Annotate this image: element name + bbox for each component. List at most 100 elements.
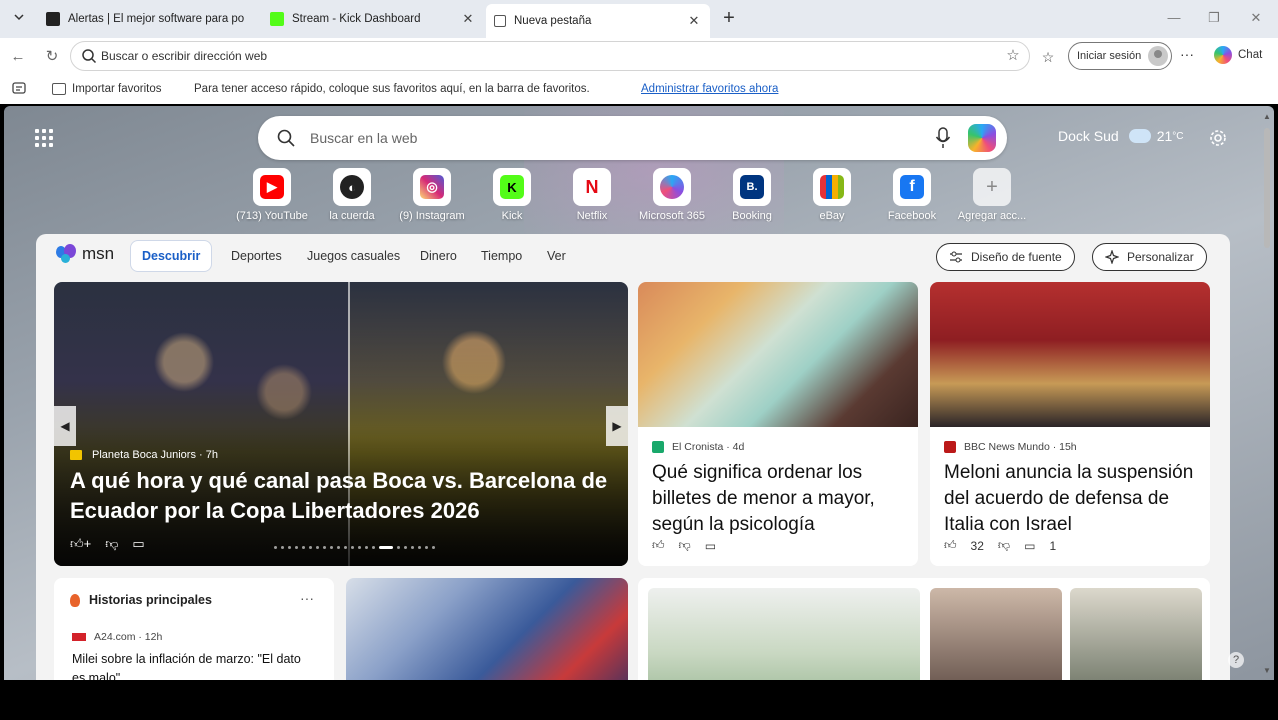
dislike-icon[interactable]: 👎︎ (105, 536, 118, 552)
news-card-image (638, 282, 918, 427)
news-image-tile[interactable] (638, 578, 1210, 680)
tab-ver[interactable]: Ver (547, 240, 566, 272)
tab-title: Nueva pestaña (514, 15, 592, 27)
like-icon[interactable]: 👍︎+ (70, 536, 91, 552)
quick-link-youtube[interactable]: ▶ (713) YouTube (232, 168, 312, 222)
close-icon[interactable]: ✕ (460, 11, 476, 27)
news-card-title[interactable]: Qué significa ordenar los billetes de me… (652, 460, 910, 538)
tab-actions-menu-button[interactable] (8, 8, 30, 30)
help-icon[interactable]: ? (1228, 652, 1244, 668)
hero-carousel[interactable]: ◀ ▶ Planeta Boca Juniors · 7h A qué hora… (54, 282, 628, 566)
address-input[interactable] (101, 47, 981, 65)
quick-link-label: Facebook (887, 210, 937, 222)
search-icon (277, 129, 295, 147)
favorites-icon[interactable]: ☆ (1038, 47, 1058, 67)
import-favorites-button[interactable]: Importar favoritos (52, 83, 161, 95)
quick-link-la-cuerda[interactable]: ◐ la cuerda (312, 168, 392, 222)
news-image-tile[interactable] (346, 578, 628, 680)
dislike-icon[interactable]: 👎︎ (679, 538, 691, 553)
quick-link-facebook[interactable]: f Facebook (872, 168, 952, 222)
avatar (1148, 46, 1168, 66)
weather-widget[interactable]: Dock Sud 21 °C (1058, 128, 1184, 144)
story-title[interactable]: Milei sobre la inflación de marzo: "El d… (72, 650, 312, 680)
close-window-button[interactable]: ✕ (1246, 10, 1266, 26)
flame-icon (70, 593, 80, 607)
quick-link-booking[interactable]: B. Booking (712, 168, 792, 222)
quick-link-microsoft-365[interactable]: Microsoft 365 (632, 168, 712, 222)
scrollbar-thumb[interactable] (1264, 128, 1270, 248)
chat-label: Chat (1238, 49, 1263, 61)
quick-link-instagram[interactable]: ◎ (9) Instagram (392, 168, 472, 222)
minimize-button[interactable]: — (1164, 10, 1184, 25)
tab-nueva-pestana[interactable]: Nueva pestaña ✕ (486, 4, 710, 38)
news-card-source: El Cronista · 4d (652, 441, 744, 453)
quick-link-ebay[interactable]: eBay (792, 168, 872, 222)
copilot-chat-button[interactable]: Chat (1214, 46, 1262, 64)
quick-link-netflix[interactable]: N Netflix (552, 168, 632, 222)
carousel-next-button[interactable]: ▶ (606, 406, 628, 446)
more-options-icon[interactable]: ··· (1180, 46, 1194, 62)
quick-link-label: Kick (501, 210, 523, 222)
instagram-icon: ◎ (420, 175, 444, 199)
comment-icon[interactable]: ▭ (1024, 539, 1035, 553)
sidebar-toggle-icon[interactable] (12, 82, 26, 94)
youtube-icon: ▶ (260, 175, 284, 199)
apps-launcher-icon[interactable] (35, 129, 53, 147)
quick-link-label: eBay (819, 210, 845, 222)
comment-icon[interactable]: ▭ (132, 536, 144, 552)
new-tab-page: Dock Sud 21°C ▶ (713) YouTube ◐ la cuerd… (4, 106, 1274, 680)
tab-alertas[interactable]: Alertas | El mejor software para po (38, 4, 260, 34)
dislike-icon[interactable]: 👎︎ (998, 538, 1010, 553)
msn-logo[interactable]: msn (56, 244, 114, 264)
scroll-down-icon[interactable]: ▼ (1262, 666, 1272, 676)
signin-button[interactable]: Iniciar sesión (1068, 42, 1172, 70)
news-card-title[interactable]: Meloni anuncia la suspensión del acuerdo… (944, 460, 1202, 538)
carousel-prev-button[interactable]: ◀ (54, 406, 76, 446)
page-scrollbar[interactable]: ▲ ▼ (1262, 112, 1272, 678)
top-stories-panel: Historias principales ··· A24.com · 12h … (54, 578, 334, 680)
tab-title: Stream - Kick Dashboard (292, 13, 421, 25)
add-shortcut-button[interactable]: + Agregar acc... (952, 168, 1032, 222)
web-search-input[interactable] (310, 128, 910, 148)
comment-icon[interactable]: ▭ (705, 539, 716, 553)
scroll-up-icon[interactable]: ▲ (1262, 112, 1272, 122)
weather-unit: °C (1172, 130, 1184, 142)
more-options-icon[interactable]: ··· (300, 590, 314, 606)
like-icon[interactable]: 👍︎ (652, 538, 665, 553)
back-button[interactable]: ← (8, 47, 28, 67)
news-card[interactable]: El Cronista · 4d Qué significa ordenar l… (638, 282, 918, 566)
new-tab-button[interactable]: + (718, 8, 740, 30)
like-icon[interactable]: 👍︎ (944, 538, 957, 553)
msn-logo-text: msn (82, 244, 115, 263)
folder-icon (52, 83, 66, 95)
manage-favorites-link[interactable]: Administrar favoritos ahora (641, 83, 778, 95)
lacuerda-icon: ◐ (340, 175, 364, 199)
quick-link-kick[interactable]: K Kick (472, 168, 552, 222)
hero-headline[interactable]: A qué hora y qué canal pasa Boca vs. Bar… (70, 466, 610, 526)
weather-temperature: 21 (1156, 128, 1173, 144)
maximize-button[interactable]: ❐ (1204, 10, 1224, 26)
tab-descubrir[interactable]: Descubrir (130, 240, 213, 272)
favorite-star-icon[interactable]: ☆ (1003, 46, 1023, 66)
refresh-button[interactable]: ↻ (42, 47, 62, 67)
copilot-icon[interactable] (968, 124, 996, 152)
close-icon[interactable]: ✕ (686, 13, 702, 29)
news-card[interactable]: BBC News Mundo · 15h Meloni anuncia la s… (930, 282, 1210, 566)
favorites-bar-message: Para tener acceso rápido, coloque sus fa… (194, 83, 590, 95)
carousel-indicators (274, 546, 435, 549)
address-bar[interactable]: ☆ (70, 41, 1030, 71)
font-design-button[interactable]: Diseño de fuente (936, 243, 1075, 271)
personalize-button[interactable]: Personalizar (1092, 243, 1207, 271)
tab-kick-dashboard[interactable]: Stream - Kick Dashboard ✕ (262, 4, 484, 34)
source-logo-icon (944, 441, 956, 453)
quick-link-label: la cuerda (329, 210, 375, 222)
tab-dinero[interactable]: Dinero (420, 240, 457, 272)
tab-juegos-casuales[interactable]: Juegos casuales (307, 240, 400, 272)
microphone-icon[interactable] (935, 126, 951, 150)
web-search-box[interactable] (258, 116, 1007, 160)
netflix-icon: N (580, 175, 604, 199)
msn-feed: msn Descubrir Deportes Juegos casuales D… (36, 234, 1230, 680)
tab-tiempo[interactable]: Tiempo (481, 240, 522, 272)
gear-icon[interactable] (1208, 128, 1228, 148)
tab-deportes[interactable]: Deportes (231, 240, 282, 272)
